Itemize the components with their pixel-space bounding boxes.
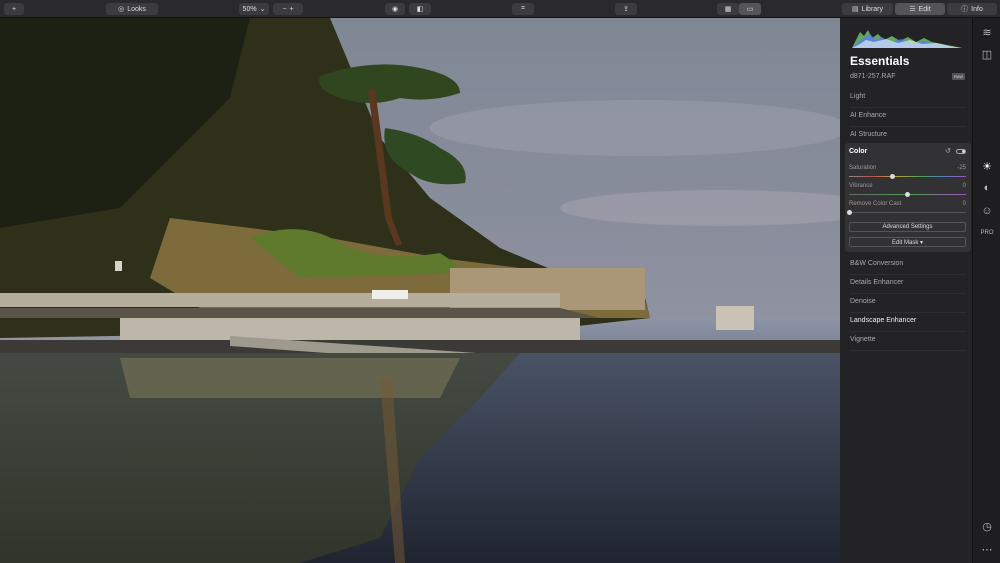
split-view-icon: ◧ [416, 6, 424, 13]
crop-icon: ⌗ [521, 5, 525, 12]
edit-panel: Essentials d871-257.RAF RAW Light AI Enh… [840, 18, 972, 563]
tab-edit[interactable]: ☰ Edit [895, 3, 945, 15]
file-name: d871-257.RAF [850, 73, 896, 80]
looks-label: Looks [127, 5, 146, 13]
edit-mask-button[interactable]: Edit Mask ▾ [849, 237, 966, 247]
zoom-out-icon[interactable]: − [282, 6, 286, 13]
panel-title: Essentials [850, 54, 910, 68]
remove-color-cast-slider[interactable] [846, 210, 966, 215]
toggle-switch[interactable] [956, 149, 966, 154]
tab-info[interactable]: ⓘ Info [947, 3, 997, 15]
more-icon[interactable]: ⋯ [979, 541, 995, 557]
section-landscape-enhancer[interactable]: Landscape Enhancer [850, 313, 966, 332]
vibrance-value: 0 [962, 183, 966, 189]
looks-button[interactable]: ◎ Looks [106, 3, 158, 15]
top-toolbar: + ◎ Looks 50% ⌄ − + ◉ ◧ ⌗ ⇪ ▦ ▭ ▤ Library ☰ E… [0, 0, 1000, 18]
reset-icon[interactable]: ↺ [945, 147, 951, 155]
zoom-in-icon[interactable]: + [290, 6, 294, 13]
remove-color-cast-knob[interactable] [846, 210, 852, 215]
grid-icon: ▦ [724, 6, 732, 13]
section-light[interactable]: Light [850, 89, 966, 108]
layers-icon[interactable]: ≋ [979, 24, 995, 40]
histogram [852, 30, 962, 48]
share-icon: ⇪ [623, 6, 629, 13]
raw-badge: RAW [952, 73, 966, 80]
face-icon[interactable]: ☺ [979, 203, 995, 219]
toggle-knob [962, 150, 965, 153]
color-section: Color ↺ Saturation -25 Vibrance 0 Remove… [845, 143, 971, 252]
grid-view-button[interactable]: ▦ [717, 3, 739, 15]
photo-image [0, 18, 840, 563]
info-icon: ⓘ [961, 6, 969, 13]
saturation-value: -25 [957, 165, 966, 171]
vibrance-slider[interactable] [849, 192, 966, 197]
vibrance-label: Vibrance [849, 183, 873, 189]
single-view-icon: ▭ [746, 6, 754, 13]
saturation-knob[interactable] [890, 174, 896, 179]
looks-icon: ◎ [118, 6, 125, 13]
tab-library[interactable]: ▤ Library [842, 3, 893, 15]
saturation-label: Saturation [849, 165, 877, 171]
sun-icon[interactable]: ☀ [979, 158, 995, 174]
pro-tools-icon[interactable]: PRO [979, 225, 995, 241]
history-icon[interactable]: ◷ [979, 518, 995, 534]
section-ai-enhance[interactable]: AI Enhance [850, 108, 966, 127]
photo-canvas[interactable] [0, 18, 840, 563]
advanced-settings-button[interactable]: Advanced Settings [849, 222, 966, 232]
palette-icon[interactable]: ◐ [979, 180, 995, 196]
remove-color-cast-value: 0 [962, 201, 966, 207]
saturation-slider[interactable] [849, 174, 966, 179]
preview-button[interactable]: ◉ [385, 3, 405, 15]
section-bw-conversion[interactable]: B&W Conversion [850, 256, 966, 275]
crop-button[interactable]: ⌗ [512, 3, 534, 15]
zoom-value: 50% [242, 5, 257, 13]
single-view-button[interactable]: ▭ [739, 3, 761, 15]
share-button[interactable]: ⇪ [615, 3, 637, 15]
library-icon: ▤ [851, 6, 859, 13]
chevron-down-icon: ⌄ [259, 6, 266, 13]
plus-icon: + [11, 5, 17, 13]
sliders-icon: ☰ [909, 6, 916, 13]
compare-button[interactable]: ◧ [409, 3, 431, 15]
eye-icon: ◉ [391, 6, 399, 13]
tab-info-label: Info [971, 5, 983, 13]
section-details-enhancer[interactable]: Details Enhancer [850, 275, 966, 294]
tab-library-label: Library [861, 5, 884, 13]
vibrance-knob[interactable] [905, 192, 910, 197]
zoom-select[interactable]: 50% ⌄ [239, 3, 269, 15]
tool-rail: ≋ ◫ ☀ ◐ ☺ PRO ◷ ⋯ [972, 18, 1000, 563]
color-section-title: Color [849, 148, 868, 155]
section-vignette[interactable]: Vignette [850, 332, 966, 351]
remove-color-cast-label: Remove Color Cast [849, 201, 902, 207]
tab-edit-label: Edit [918, 5, 931, 13]
zoom-stepper[interactable]: − + [273, 3, 303, 15]
add-button[interactable]: + [4, 3, 24, 15]
section-denoise[interactable]: Denoise [850, 294, 966, 313]
compare-panel-icon[interactable]: ◫ [979, 46, 995, 62]
